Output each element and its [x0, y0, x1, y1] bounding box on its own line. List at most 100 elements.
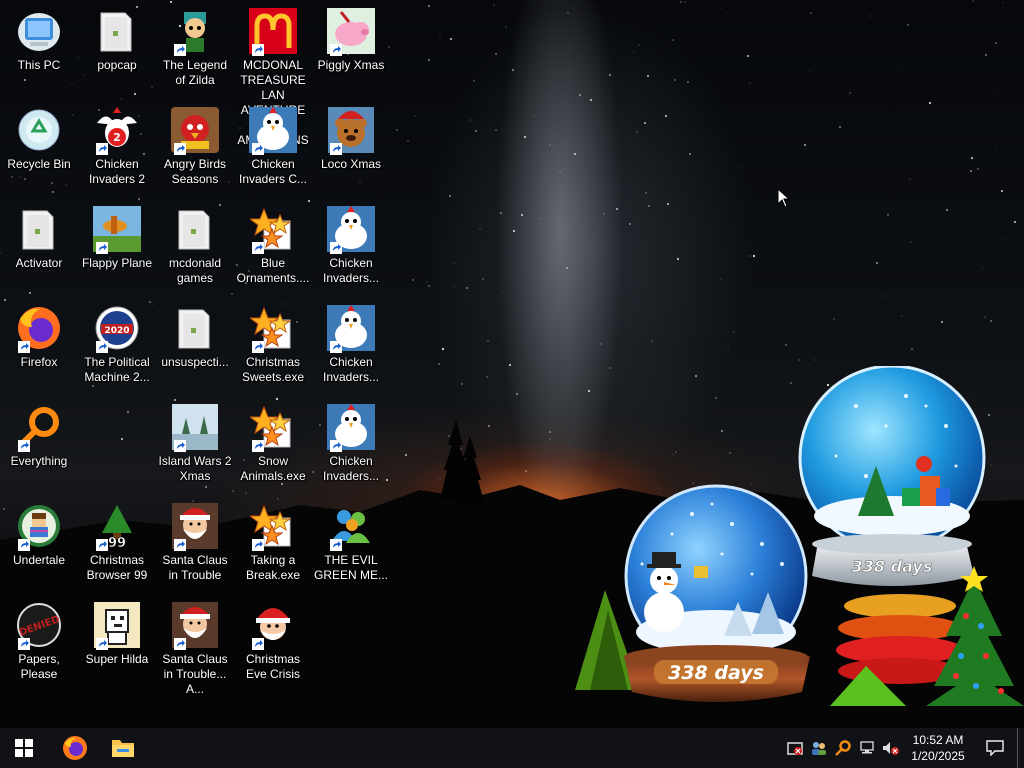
desktop-icon[interactable]: Christmas Sweets.exe	[235, 303, 311, 385]
desktop-icon[interactable]: Flappy Plane	[79, 204, 155, 271]
exe-stars-icon	[248, 402, 298, 452]
snow-globe-countdown-right[interactable]: 338 days	[796, 366, 1024, 716]
desktop-icon[interactable]: DENIED Papers, Please	[1, 600, 77, 682]
papers-please-icon: DENIED	[14, 600, 64, 650]
desktop-icon[interactable]: Chicken Invaders...	[313, 204, 389, 286]
loco-bear-icon	[326, 105, 376, 155]
firefox-icon	[63, 736, 87, 760]
folder-icon	[170, 303, 220, 353]
desktop-icon-label: Chicken Invaders C...	[238, 157, 308, 186]
desktop-icon[interactable]: Firefox	[1, 303, 77, 370]
desktop-icon[interactable]: mcdonald games	[157, 204, 233, 286]
desktop-icon-label: Flappy Plane	[81, 256, 153, 270]
desktop-icon[interactable]: Santa Claus in Trouble... A...	[157, 600, 233, 697]
this-pc-icon	[14, 6, 64, 56]
desktop[interactable]: This PC Recycle Bin Activator Firefox Everyt…	[0, 0, 1024, 768]
desktop-icon-label: Christmas Browser 99	[86, 553, 148, 582]
desktop-icon[interactable]: THE EVIL GREEN ME...	[313, 501, 389, 583]
people-icon	[812, 742, 826, 755]
exe-stars-icon	[248, 501, 298, 551]
network-icon	[860, 741, 874, 754]
taskbar-file-explorer-button[interactable]	[99, 728, 147, 768]
tray-people-button[interactable]	[807, 728, 831, 768]
chicken-invaders-icon	[326, 204, 376, 254]
desktop-icon-label: Super Hilda	[85, 652, 149, 666]
taskbar-firefox-button[interactable]	[51, 728, 99, 768]
clock-time: 10:52 AM	[912, 733, 964, 747]
desktop-icon[interactable]: Chicken Invaders...	[313, 402, 389, 484]
mouse-cursor-icon	[777, 188, 791, 208]
desktop-icon-label: The Political Machine 2...	[84, 355, 150, 384]
desktop-icon[interactable]: Blue Ornaments....	[235, 204, 311, 286]
piggly-icon	[326, 6, 376, 56]
desktop-icon[interactable]: Activator	[1, 204, 77, 271]
desktop-icon[interactable]: Christmas Eve Crisis	[235, 600, 311, 682]
desktop-icon[interactable]: Chicken Invaders C...	[235, 105, 311, 187]
clock-date: 1/20/2025	[911, 749, 965, 763]
tray-search-key-button[interactable]	[831, 728, 855, 768]
desktop-icon[interactable]: 2 Chicken Invaders 2	[79, 105, 155, 187]
desktop-icon[interactable]: popcap	[79, 6, 155, 73]
desktop-icon-label: Chicken Invaders...	[322, 256, 380, 285]
desktop-icon[interactable]: The Legend of Zilda	[157, 6, 233, 88]
desktop-icon-label: Island Wars 2 Xmas	[158, 454, 232, 483]
desktop-icon[interactable]: Everything	[1, 402, 77, 469]
desktop-icon[interactable]: Piggly Xmas	[313, 6, 389, 73]
desktop-icon-label: Firefox	[20, 355, 58, 369]
tray-volume-button[interactable]	[879, 728, 903, 768]
windows-start-icon	[15, 739, 33, 757]
notification-icon	[986, 740, 1004, 756]
desktop-icon-label: Recycle Bin	[7, 157, 71, 171]
christmas-tree-icon: 99	[92, 501, 142, 551]
angry-birds-icon	[170, 105, 220, 155]
exe-stars-icon	[248, 303, 298, 353]
desktop-icon-label: Christmas Eve Crisis	[245, 652, 300, 681]
desktop-icon-label: Activator	[15, 256, 63, 270]
action-center-button[interactable]	[973, 728, 1017, 768]
desktop-icon[interactable]: Recycle Bin	[1, 105, 77, 172]
folder-icon	[170, 204, 220, 254]
clock[interactable]: 10:52 AM 1/20/2025	[903, 728, 973, 768]
exe-stars-icon	[248, 204, 298, 254]
desktop-icon[interactable]: Taking a Break.exe	[235, 501, 311, 583]
desktop-icon[interactable]: 2020 The Political Machine 2...	[79, 303, 155, 385]
chicken-invaders-2-icon: 2	[92, 105, 142, 155]
desktop-icon-label: Santa Claus in Trouble	[162, 553, 228, 582]
santa-face-icon	[248, 600, 298, 650]
desktop-icon[interactable]: Super Hilda	[79, 600, 155, 667]
desktop-icon[interactable]: This PC	[1, 6, 77, 73]
globe-left-days: 338 days	[668, 662, 764, 684]
chicken-invaders-icon	[326, 303, 376, 353]
desktop-icon[interactable]: Santa Claus in Trouble	[157, 501, 233, 583]
volume-muted-icon	[883, 742, 899, 755]
legend-of-zilda-icon	[170, 6, 220, 56]
desktop-icon-label: Snow Animals.exe	[240, 454, 306, 483]
start-button[interactable]	[0, 728, 48, 768]
desktop-icon[interactable]: unsuspecti...	[157, 303, 233, 370]
snow-globe-countdown-left[interactable]: 338 days	[612, 484, 822, 704]
super-hilda-icon	[92, 600, 142, 650]
messenger-people-icon	[326, 501, 376, 551]
political-machine-icon: 2020	[92, 303, 142, 353]
desktop-icon[interactable]: Chicken Invaders...	[313, 303, 389, 385]
desktop-icon-label: unsuspecti...	[161, 355, 229, 369]
desktop-icon-label: The Legend of Zilda	[162, 58, 228, 87]
desktop-icon[interactable]: Loco Xmas	[313, 105, 389, 172]
desktop-icon[interactable]: Island Wars 2 Xmas	[157, 402, 233, 484]
search-key-icon	[835, 740, 851, 756]
tray-security-button[interactable]	[783, 728, 807, 768]
desktop-icon[interactable]: Angry Birds Seasons	[157, 105, 233, 187]
desktop-icon[interactable]: 99 Christmas Browser 99	[79, 501, 155, 583]
show-desktop-button[interactable]	[1017, 728, 1024, 768]
everything-search-icon	[14, 402, 64, 452]
chicken-invaders-icon	[248, 105, 298, 155]
folder-icon	[92, 6, 142, 56]
desktop-icon[interactable]: Snow Animals.exe	[235, 402, 311, 484]
desktop-icon[interactable]: Undertale	[1, 501, 77, 568]
desktop-icon-label: Piggly Xmas	[317, 58, 385, 72]
tray-network-button[interactable]	[855, 728, 879, 768]
santa-claus-icon	[170, 501, 220, 551]
desktop-icon-label: Taking a Break.exe	[245, 553, 301, 582]
desktop-icon-label: Loco Xmas	[320, 157, 382, 171]
desktop-icon-label: popcap	[97, 58, 137, 72]
